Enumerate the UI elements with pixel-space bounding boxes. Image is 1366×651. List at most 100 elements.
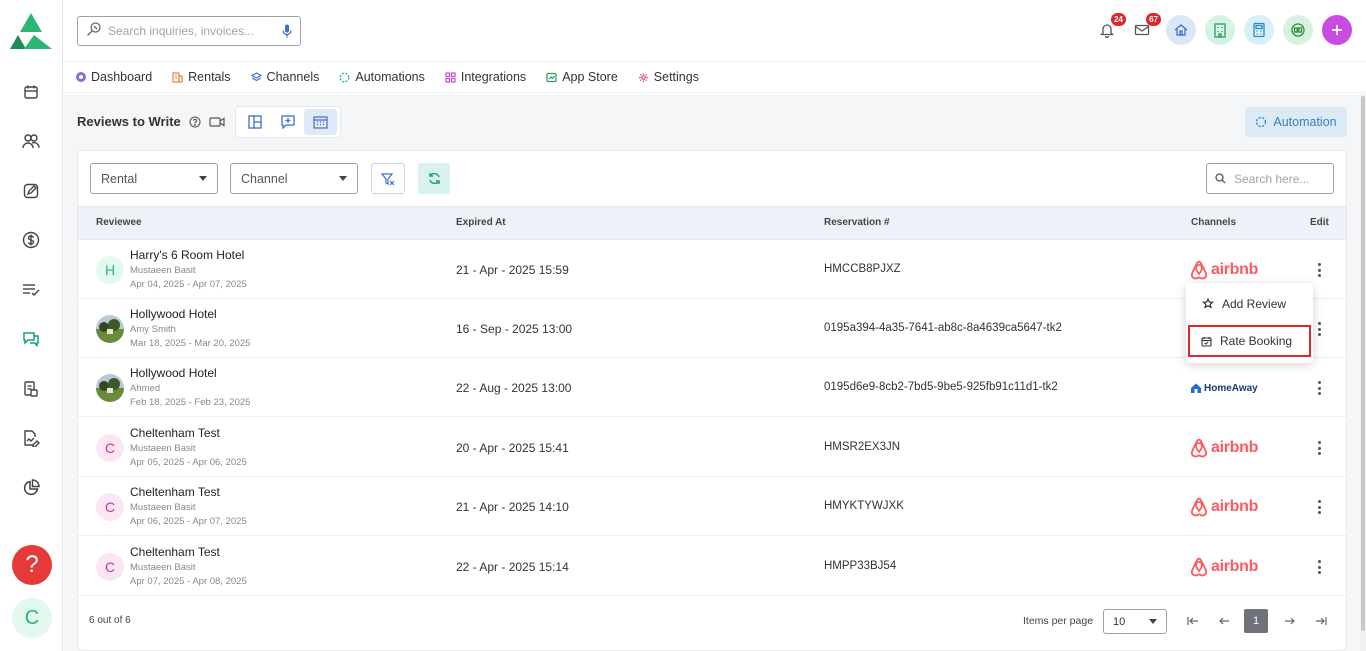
rate-booking-item[interactable]: Rate Booking [1188,325,1311,357]
prev-page-button[interactable] [1212,609,1236,633]
homeaway-icon [1191,383,1201,393]
avatar: C [96,493,124,521]
table-search [1206,163,1334,194]
channel-name: airbnb [1211,439,1259,456]
channel-name: airbnb [1211,558,1259,575]
property-button[interactable] [1166,15,1196,45]
table-row[interactable]: Hollywood Hotel Amy Smith Mar 18, 2025 -… [78,299,1346,358]
stay-dates: Apr 06, 2025 - Apr 07, 2025 [130,516,247,527]
chevron-down-icon [199,176,207,181]
current-page[interactable]: 1 [1244,609,1268,633]
table-row[interactable]: C Cheltenham Test Mustaeen Basit Apr 05,… [78,418,1346,477]
nav-channels[interactable]: Channels [250,70,319,84]
items-per-page-select[interactable]: 10 [1103,609,1167,634]
nav-integrations-label: Integrations [460,70,527,84]
airbnb-icon [1190,260,1208,280]
guest-name: Ahmed [130,383,161,394]
page-title-text: Reviews to Write [77,114,181,129]
items-per-page-label: Items per page [1023,615,1094,627]
building-button[interactable] [1205,15,1235,45]
calculator-button[interactable] [1244,15,1274,45]
dollar-icon[interactable] [19,228,43,252]
header-reservation[interactable]: Reservation # [824,217,890,228]
row-actions-button[interactable] [1314,498,1324,516]
nav-automations[interactable]: Automations [339,70,425,84]
automation-icon [339,72,350,82]
integrations-icon [445,71,456,83]
nav-rentals[interactable]: Rentals [172,70,231,84]
refresh-button[interactable] [418,163,450,194]
table-row[interactable]: H Harry's 6 Room Hotel Mustaeen Basit Ap… [78,240,1346,299]
reservation-number: 0195d6e9-8cb2-7bd5-9be5-925fb91c11d1-tk2 [824,381,1058,393]
user-avatar[interactable]: C [12,598,52,638]
scrollbar-thumb[interactable] [1361,96,1365,631]
scrollbar[interactable] [1360,94,1366,651]
reservation-number: 0195a394-4a35-7641-ab8c-8a4639ca5647-tk2 [824,322,1062,334]
nav-settings[interactable]: Settings [638,70,699,84]
top-actions: 24 67 [1096,13,1352,45]
star-edit-icon [1202,298,1214,309]
add-button[interactable] [1322,15,1352,45]
row-actions-menu: Add Review Rate Booking [1186,283,1313,363]
rental-name: Hollywood Hotel [130,307,217,321]
calendar-icon[interactable] [19,80,43,104]
row-actions-button[interactable] [1314,439,1324,457]
messages[interactable]: 67 [1131,13,1161,41]
help-circle-icon[interactable] [189,115,201,128]
avatar: C [96,434,124,462]
help-button[interactable]: ? [12,545,52,585]
clear-filter-button[interactable] [371,163,405,194]
reservation-number: HMPP33BJ54 [824,560,897,572]
mail-icon [1134,24,1150,36]
edit-icon[interactable] [19,179,43,203]
app-logo[interactable] [10,13,52,51]
table-search-input[interactable] [1234,171,1324,186]
table-row[interactable]: Hollywood Hotel Ahmed Feb 18, 2025 - Feb… [78,358,1346,417]
nav-integrations[interactable]: Integrations [445,70,526,84]
guest-name: Amy Smith [130,324,176,335]
mail-badge: 67 [1146,13,1161,26]
reviews-icon[interactable] [19,327,43,351]
last-page-button[interactable] [1309,609,1333,633]
video-icon[interactable] [209,116,225,128]
global-search [77,16,301,46]
report-icon[interactable] [19,426,43,450]
nav-app-store[interactable]: App Store [546,70,618,84]
row-actions-button[interactable] [1314,558,1324,576]
notifications-bell[interactable]: 24 [1096,13,1126,41]
view-grid-button[interactable] [238,109,271,135]
airbnb-icon [1190,497,1208,517]
row-actions-button[interactable] [1314,320,1324,338]
automation-button[interactable]: Automation [1245,107,1347,137]
calendar-check-icon [1201,336,1212,347]
money-button[interactable] [1283,15,1313,45]
first-page-button[interactable] [1181,609,1205,633]
rental-select[interactable]: Rental [90,163,218,194]
next-page-button[interactable] [1277,609,1301,633]
view-add-button[interactable] [271,109,304,135]
row-actions-button[interactable] [1314,261,1324,279]
channel-select[interactable]: Channel [230,163,358,194]
channel-select-value: Channel [241,171,288,186]
hotel-photo-icon [96,315,124,343]
items-per-page-value: 10 [1113,615,1126,628]
header-reviewee[interactable]: Reviewee [96,217,142,228]
global-search-input[interactable] [108,24,268,38]
view-calendar-button[interactable] [304,109,337,135]
nav-dashboard[interactable]: Dashboard [76,70,152,84]
stay-dates: Apr 07, 2025 - Apr 08, 2025 [130,576,247,587]
analytics-icon[interactable] [19,476,43,500]
stay-dates: Mar 18, 2025 - Mar 20, 2025 [130,338,251,349]
microphone-icon[interactable] [282,24,292,43]
table-row[interactable]: C Cheltenham Test Mustaeen Basit Apr 07,… [78,537,1346,596]
table-row[interactable]: C Cheltenham Test Mustaeen Basit Apr 06,… [78,477,1346,536]
rental-name: Hollywood Hotel [130,366,217,380]
header-expired-at[interactable]: Expired At [456,217,506,228]
inventory-icon[interactable] [19,377,43,401]
reservation-number: HMCCB8PJXZ [824,263,901,275]
tasks-icon[interactable] [19,278,43,302]
add-review-item[interactable]: Add Review [1202,297,1286,311]
rate-booking-label: Rate Booking [1220,334,1293,348]
row-actions-button[interactable] [1314,379,1324,397]
contacts-icon[interactable] [19,129,43,153]
